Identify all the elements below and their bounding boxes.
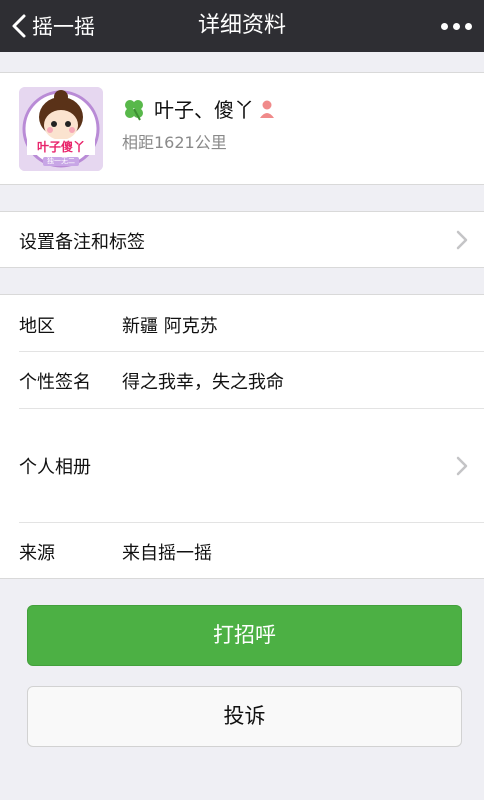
more-dot-icon (441, 22, 448, 30)
profile-name: 叶子、傻丫 (154, 98, 254, 122)
personal-album-row[interactable]: 个人相册 (0, 409, 484, 522)
back-button-label: 摇一摇 (32, 15, 95, 39)
back-button[interactable]: 摇一摇 (10, 0, 95, 52)
region-label: 地区 (19, 316, 55, 337)
avatar[interactable]: 叶子傻丫 独一无二 (19, 87, 103, 171)
more-dot-icon (465, 22, 472, 30)
region-row: 地区 新疆 阿克苏 (0, 295, 484, 352)
greet-button[interactable]: 打招呼 (27, 605, 462, 666)
more-options-button[interactable] (441, 0, 472, 52)
female-icon (260, 100, 274, 118)
avatar-subcaption: 独一无二 (47, 157, 75, 165)
signature-row: 个性签名 得之我幸，失之我命 (0, 352, 484, 409)
remarks-and-tags-row[interactable]: 设置备注和标签 (0, 211, 484, 268)
avatar-caption: 叶子傻丫 (36, 140, 85, 154)
source-value: 来自摇一摇 (122, 543, 212, 564)
source-label: 来源 (19, 543, 55, 564)
profile-card: 叶子傻丫 独一无二 叶子、傻丫 相距1621公里 (0, 72, 484, 185)
chevron-right-icon (456, 456, 468, 476)
signature-label: 个性签名 (19, 372, 91, 393)
source-row: 来源 来自摇一摇 (0, 523, 484, 579)
navigation-bar: 摇一摇 详细资料 (0, 0, 484, 52)
details-list: 地区 新疆 阿克苏 个性签名 得之我幸，失之我命 个人相册 来源 来自摇一摇 (0, 294, 484, 579)
chevron-left-icon (12, 14, 26, 38)
distance-text: 相距1621公里 (122, 133, 227, 152)
chevron-right-icon (456, 230, 468, 250)
clover-icon (125, 99, 143, 120)
signature-value: 得之我幸，失之我命 (122, 372, 284, 393)
more-dot-icon (453, 22, 460, 30)
name-row: 叶子、傻丫 (122, 94, 276, 123)
region-value: 新疆 阿克苏 (122, 316, 218, 337)
remarks-and-tags-label: 设置备注和标签 (19, 232, 145, 253)
personal-album-label: 个人相册 (19, 457, 91, 478)
report-button[interactable]: 投诉 (27, 686, 462, 747)
